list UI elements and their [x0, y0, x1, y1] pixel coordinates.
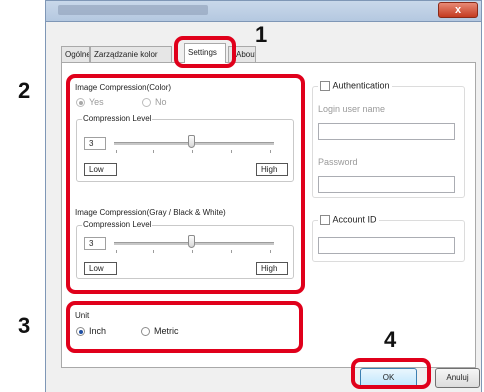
- tab-general[interactable]: Ogólne: [61, 46, 90, 62]
- highlight-settings-tab: [174, 36, 236, 68]
- highlight-compression: [66, 74, 305, 294]
- login-label: Login user name: [318, 104, 386, 114]
- password-label: Password: [318, 157, 358, 167]
- login-input[interactable]: [318, 123, 455, 140]
- window-title-blurred: [58, 5, 208, 15]
- callout-3: 3: [18, 313, 31, 338]
- close-button[interactable]: x: [438, 2, 478, 18]
- account-input[interactable]: [318, 237, 455, 254]
- callout-2: 2: [18, 78, 31, 103]
- callout-1: 1: [255, 22, 268, 47]
- account-checkbox[interactable]: [320, 214, 330, 225]
- authentication-checkbox[interactable]: [320, 80, 330, 91]
- authentication-label: Authentication: [332, 80, 390, 91]
- account-label: Account ID: [332, 214, 377, 225]
- account-header: Account ID: [318, 214, 379, 225]
- highlight-unit: [66, 301, 303, 353]
- authentication-header: Authentication: [318, 80, 392, 91]
- close-icon: x: [454, 4, 462, 16]
- highlight-ok: [351, 358, 431, 389]
- password-input[interactable]: [318, 176, 455, 193]
- tab-color-management[interactable]: Zarządzanie kolor: [90, 46, 172, 62]
- cancel-button[interactable]: Anuluj: [435, 368, 480, 388]
- callout-4: 4: [384, 327, 397, 352]
